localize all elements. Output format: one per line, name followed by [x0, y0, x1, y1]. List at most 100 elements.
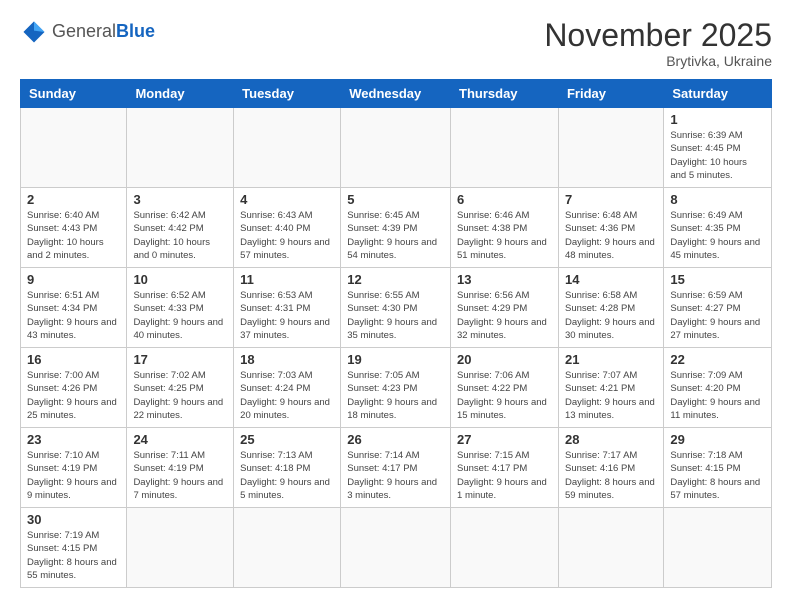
day-info: Sunrise: 7:06 AMSunset: 4:22 PMDaylight:…: [457, 369, 552, 422]
calendar-week-row: 30Sunrise: 7:19 AMSunset: 4:15 PMDayligh…: [21, 508, 772, 588]
table-row: 24 Sunrise: 7:11 AMSunset: 4:19 PMDayligh…: [127, 428, 234, 508]
header: GeneralBlue November 2025 Brytivka, Ukra…: [20, 18, 772, 69]
table-row: [127, 108, 234, 188]
day-number: 7: [565, 192, 657, 207]
day-number: 27: [457, 432, 552, 447]
table-row: 15 Sunrise: 6:59 AMSunset: 4:27 PMDayligh…: [664, 268, 772, 348]
day-info: Sunrise: 7:05 AMSunset: 4:23 PMDaylight:…: [347, 369, 444, 422]
day-info: Sunrise: 6:51 AMSunset: 4:34 PMDaylight:…: [27, 289, 120, 342]
table-row: 25Sunrise: 7:13 AMSunset: 4:18 PMDayligh…: [234, 428, 341, 508]
day-info: Sunrise: 7:15 AMSunset: 4:17 PMDaylight:…: [457, 449, 552, 502]
header-saturday: Saturday: [664, 80, 772, 108]
day-info: Sunrise: 7:18 AMSunset: 4:15 PMDaylight:…: [670, 449, 765, 502]
calendar-week-row: 16Sunrise: 7:00 AMSunset: 4:26 PMDayligh…: [21, 348, 772, 428]
table-row: 1 Sunrise: 6:39 AMSunset: 4:45 PMDaylight…: [664, 108, 772, 188]
day-info: Sunrise: 7:17 AMSunset: 4:16 PMDaylight:…: [565, 449, 657, 502]
calendar-week-row: 23 Sunrise: 7:10 AMSunset: 4:19 PMDayligh…: [21, 428, 772, 508]
table-row: 19Sunrise: 7:05 AMSunset: 4:23 PMDayligh…: [341, 348, 451, 428]
day-info: Sunrise: 6:48 AMSunset: 4:36 PMDaylight:…: [565, 209, 657, 262]
table-row: 27 Sunrise: 7:15 AMSunset: 4:17 PMDayligh…: [451, 428, 559, 508]
table-row: [451, 508, 559, 588]
table-row: 13 Sunrise: 6:56 AMSunset: 4:29 PMDayligh…: [451, 268, 559, 348]
day-info: Sunrise: 6:53 AMSunset: 4:31 PMDaylight:…: [240, 289, 334, 342]
table-row: 9 Sunrise: 6:51 AMSunset: 4:34 PMDaylight…: [21, 268, 127, 348]
weekday-header-row: Sunday Monday Tuesday Wednesday Thursday…: [21, 80, 772, 108]
day-info: Sunrise: 7:00 AMSunset: 4:26 PMDaylight:…: [27, 369, 120, 422]
day-info: Sunrise: 6:42 AMSunset: 4:42 PMDaylight:…: [133, 209, 227, 262]
day-number: 30: [27, 512, 120, 527]
day-number: 24: [133, 432, 227, 447]
day-info: Sunrise: 6:39 AMSunset: 4:45 PMDaylight:…: [670, 129, 765, 182]
table-row: 2Sunrise: 6:40 AMSunset: 4:43 PMDaylight…: [21, 188, 127, 268]
day-number: 6: [457, 192, 552, 207]
day-number: 20: [457, 352, 552, 367]
day-number: 15: [670, 272, 765, 287]
day-number: 8: [670, 192, 765, 207]
table-row: 30Sunrise: 7:19 AMSunset: 4:15 PMDayligh…: [21, 508, 127, 588]
table-row: 26Sunrise: 7:14 AMSunset: 4:17 PMDayligh…: [341, 428, 451, 508]
day-number: 9: [27, 272, 120, 287]
day-info: Sunrise: 7:09 AMSunset: 4:20 PMDaylight:…: [670, 369, 765, 422]
day-number: 10: [133, 272, 227, 287]
day-number: 22: [670, 352, 765, 367]
day-info: Sunrise: 6:59 AMSunset: 4:27 PMDaylight:…: [670, 289, 765, 342]
day-info: Sunrise: 7:03 AMSunset: 4:24 PMDaylight:…: [240, 369, 334, 422]
logo-text: GeneralBlue: [52, 22, 155, 42]
day-number: 3: [133, 192, 227, 207]
table-row: 5Sunrise: 6:45 AMSunset: 4:39 PMDaylight…: [341, 188, 451, 268]
day-info: Sunrise: 6:56 AMSunset: 4:29 PMDaylight:…: [457, 289, 552, 342]
calendar-week-row: 2Sunrise: 6:40 AMSunset: 4:43 PMDaylight…: [21, 188, 772, 268]
day-info: Sunrise: 6:40 AMSunset: 4:43 PMDaylight:…: [27, 209, 120, 262]
table-row: 20 Sunrise: 7:06 AMSunset: 4:22 PMDayligh…: [451, 348, 559, 428]
day-number: 17: [133, 352, 227, 367]
day-number: 5: [347, 192, 444, 207]
day-info: Sunrise: 6:52 AMSunset: 4:33 PMDaylight:…: [133, 289, 227, 342]
table-row: 17Sunrise: 7:02 AMSunset: 4:25 PMDayligh…: [127, 348, 234, 428]
day-info: Sunrise: 6:49 AMSunset: 4:35 PMDaylight:…: [670, 209, 765, 262]
day-number: 23: [27, 432, 120, 447]
day-info: Sunrise: 7:11 AMSunset: 4:19 PMDaylight:…: [133, 449, 227, 502]
table-row: 28 Sunrise: 7:17 AMSunset: 4:16 PMDayligh…: [558, 428, 663, 508]
table-row: [558, 108, 663, 188]
day-number: 13: [457, 272, 552, 287]
table-row: 10 Sunrise: 6:52 AMSunset: 4:33 PMDayligh…: [127, 268, 234, 348]
table-row: [341, 508, 451, 588]
table-row: 3 Sunrise: 6:42 AMSunset: 4:42 PMDaylight…: [127, 188, 234, 268]
title-block: November 2025 Brytivka, Ukraine: [544, 18, 772, 69]
table-row: 22 Sunrise: 7:09 AMSunset: 4:20 PMDayligh…: [664, 348, 772, 428]
table-row: 7 Sunrise: 6:48 AMSunset: 4:36 PMDaylight…: [558, 188, 663, 268]
table-row: [21, 108, 127, 188]
location: Brytivka, Ukraine: [544, 53, 772, 69]
table-row: [341, 108, 451, 188]
table-row: [234, 508, 341, 588]
table-row: 11 Sunrise: 6:53 AMSunset: 4:31 PMDayligh…: [234, 268, 341, 348]
day-number: 21: [565, 352, 657, 367]
calendar: Sunday Monday Tuesday Wednesday Thursday…: [20, 79, 772, 588]
day-number: 26: [347, 432, 444, 447]
header-tuesday: Tuesday: [234, 80, 341, 108]
table-row: 14Sunrise: 6:58 AMSunset: 4:28 PMDayligh…: [558, 268, 663, 348]
logo-icon: [20, 18, 48, 46]
day-info: Sunrise: 7:10 AMSunset: 4:19 PMDaylight:…: [27, 449, 120, 502]
logo-blue: Blue: [116, 21, 155, 41]
day-info: Sunrise: 6:55 AMSunset: 4:30 PMDaylight:…: [347, 289, 444, 342]
day-info: Sunrise: 6:58 AMSunset: 4:28 PMDaylight:…: [565, 289, 657, 342]
table-row: 4Sunrise: 6:43 AMSunset: 4:40 PMDaylight…: [234, 188, 341, 268]
table-row: 6 Sunrise: 6:46 AMSunset: 4:38 PMDaylight…: [451, 188, 559, 268]
header-wednesday: Wednesday: [341, 80, 451, 108]
day-info: Sunrise: 6:46 AMSunset: 4:38 PMDaylight:…: [457, 209, 552, 262]
day-number: 1: [670, 112, 765, 127]
day-number: 28: [565, 432, 657, 447]
day-number: 11: [240, 272, 334, 287]
month-title: November 2025: [544, 18, 772, 53]
day-number: 18: [240, 352, 334, 367]
day-info: Sunrise: 7:07 AMSunset: 4:21 PMDaylight:…: [565, 369, 657, 422]
logo: GeneralBlue: [20, 18, 155, 46]
table-row: [234, 108, 341, 188]
day-number: 25: [240, 432, 334, 447]
day-info: Sunrise: 6:43 AMSunset: 4:40 PMDaylight:…: [240, 209, 334, 262]
calendar-week-row: 1 Sunrise: 6:39 AMSunset: 4:45 PMDaylight…: [21, 108, 772, 188]
table-row: 16Sunrise: 7:00 AMSunset: 4:26 PMDayligh…: [21, 348, 127, 428]
table-row: [558, 508, 663, 588]
table-row: 18 Sunrise: 7:03 AMSunset: 4:24 PMDayligh…: [234, 348, 341, 428]
